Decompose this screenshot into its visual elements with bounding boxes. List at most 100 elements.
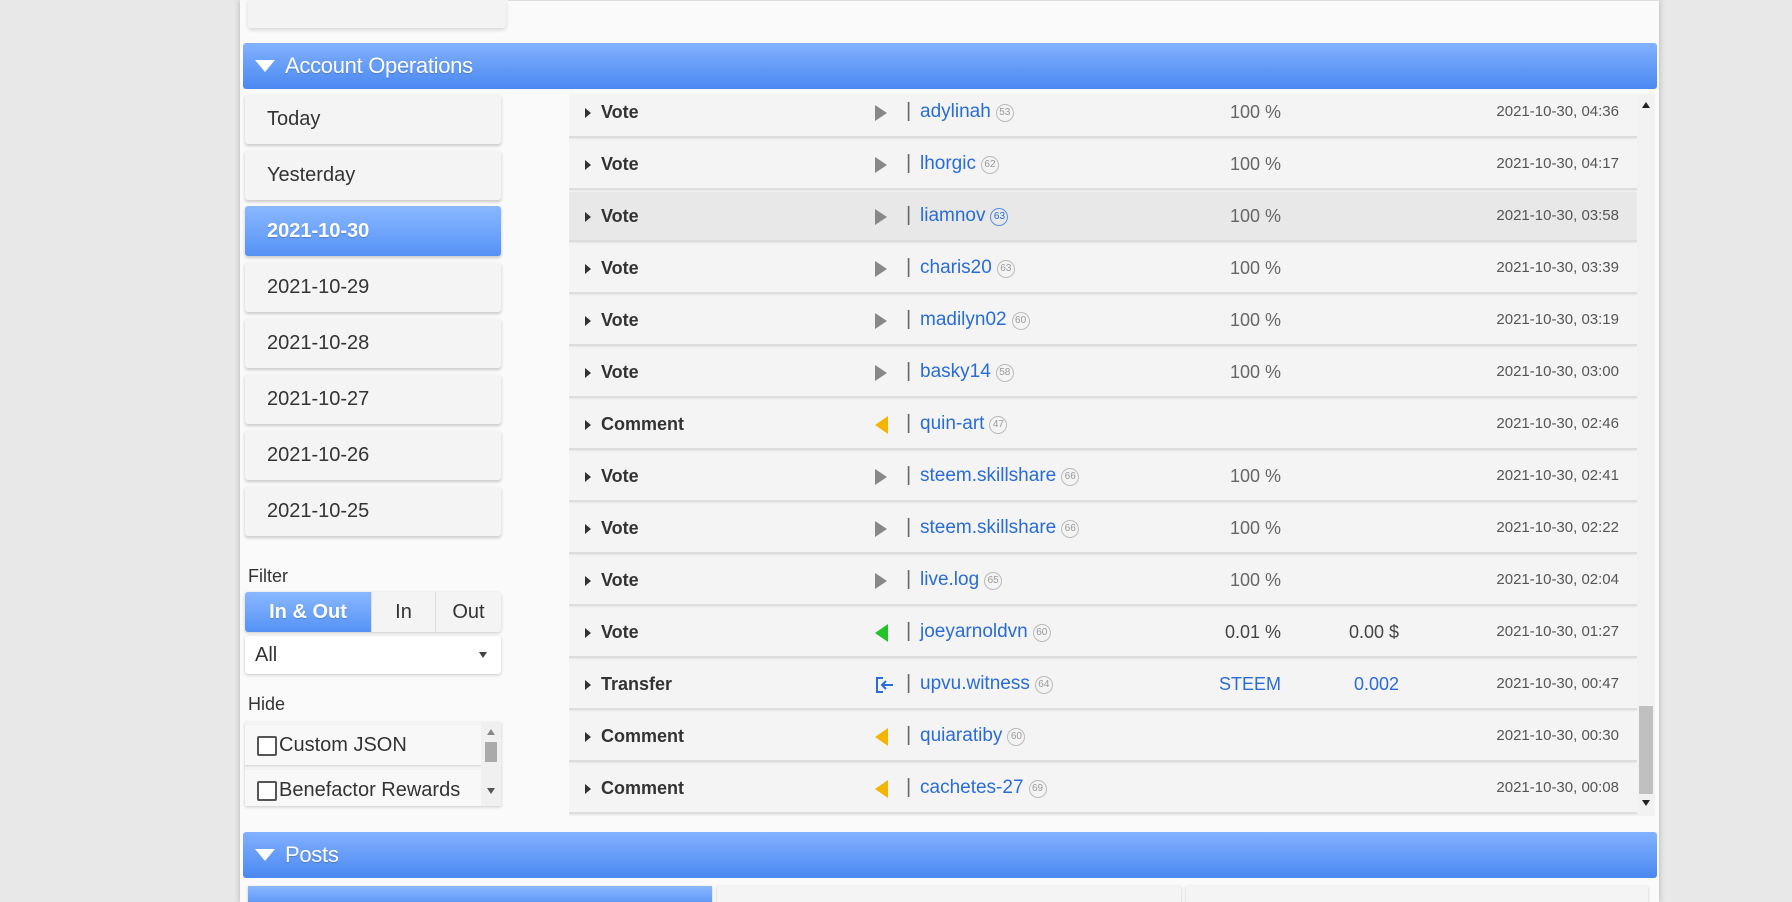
day-button[interactable]: 2021-10-25	[245, 486, 501, 536]
account-name[interactable]: lhorgic	[920, 153, 976, 174]
account-link[interactable]: cachetes-27 69	[920, 777, 1047, 799]
previous-panel-stub	[248, 0, 506, 28]
vote-percent: 100 %	[1229, 154, 1281, 174]
operation-row[interactable]: Vote | steem.skillshare 66 100 % 2021-10-30, …	[569, 504, 1637, 554]
scroll-up-icon[interactable]	[1642, 102, 1650, 108]
account-link[interactable]: charis20 63	[920, 257, 1015, 279]
expand-arrow-icon[interactable]	[585, 368, 591, 378]
operation-row[interactable]: Vote | lhorgic 62 100 % 2021-10-30, 04:17	[569, 140, 1637, 190]
timestamp: 2021-10-30, 03:00	[1496, 363, 1619, 380]
account-link[interactable]: liamnov 63	[920, 205, 1009, 227]
operation-row[interactable]: Vote | steem.skillshare 66 100 % 2021-10-30, …	[569, 452, 1637, 502]
filter-in-button[interactable]: In	[372, 592, 436, 632]
filter-out-button[interactable]: Out	[436, 592, 501, 632]
transfer-amount[interactable]: 0.002	[1354, 674, 1399, 695]
day-button[interactable]: Yesterday	[245, 150, 501, 200]
expand-arrow-icon[interactable]	[585, 576, 591, 586]
operation-row[interactable]: Comment | quiaratiby 60 2021-10-30, 00:30	[569, 712, 1637, 762]
expand-arrow-icon[interactable]	[585, 264, 591, 274]
account-name[interactable]: live.log	[920, 569, 979, 590]
hide-list-scrollbar[interactable]	[481, 722, 501, 806]
expand-arrow-icon[interactable]	[585, 680, 591, 690]
account-name[interactable]: joeyarnoldvn	[920, 621, 1028, 642]
vote-percent: 100 %	[1229, 518, 1281, 538]
operation-row[interactable]: Vote | joeyarnoldvn 60 0.01 % 0.00 $ 2021-10-3…	[569, 608, 1637, 658]
account-name[interactable]: steem.skillshare	[920, 517, 1056, 538]
account-name[interactable]: basky14	[920, 361, 991, 382]
expand-arrow-icon[interactable]	[585, 524, 591, 534]
posts-tab[interactable]	[717, 886, 1181, 902]
account-link[interactable]: adylinah 53	[920, 101, 1014, 123]
scroll-down-icon[interactable]	[487, 788, 495, 794]
account-link[interactable]: quiaratiby 60	[920, 725, 1026, 747]
operation-row[interactable]: Vote | adylinah 53 100 % 2021-10-30, 04:36	[569, 94, 1637, 138]
operation-type-select[interactable]: All	[245, 636, 501, 674]
account-name[interactable]: upvu.witness	[920, 673, 1030, 694]
account-name[interactable]: quiaratiby	[920, 725, 1002, 746]
scroll-thumb[interactable]	[485, 742, 497, 762]
hide-item-benefactor-rewards[interactable]: Benefactor Rewards	[245, 770, 481, 806]
account-link[interactable]: upvu.witness 64	[920, 673, 1053, 695]
operation-row[interactable]: Vote | madilyn02 60 100 % 2021-10-30, 03:19	[569, 296, 1637, 346]
account-link[interactable]: steem.skillshare 66	[920, 465, 1080, 487]
account-name[interactable]: charis20	[920, 257, 992, 278]
day-button[interactable]: Today	[245, 94, 501, 144]
operation-row[interactable]: Vote | liamnov 63 100 % 2021-10-30, 03:58	[569, 192, 1637, 242]
operation-row[interactable]: Transfer | upvu.witness 64 STEEM 0.002 2021-10…	[569, 660, 1637, 710]
account-link[interactable]: steem.skillshare 66	[920, 517, 1080, 539]
day-button[interactable]: 2021-10-29	[245, 262, 501, 312]
filter-in-out-button[interactable]: In & Out	[245, 592, 372, 632]
hide-item-custom-json[interactable]: Custom JSON	[245, 725, 481, 765]
expand-arrow-icon[interactable]	[585, 212, 591, 222]
posts-tab[interactable]	[248, 886, 712, 902]
account-name[interactable]: cachetes-27	[920, 777, 1024, 798]
expand-arrow-icon[interactable]	[585, 784, 591, 794]
posts-tab[interactable]	[1186, 886, 1648, 902]
expand-arrow-icon[interactable]	[585, 472, 591, 482]
account-link[interactable]: quin-art 47	[920, 413, 1008, 435]
hide-label: Hide	[248, 694, 286, 714]
operation-row[interactable]: Vote | basky14 58 100 % 2021-10-30, 03:00	[569, 348, 1637, 398]
scroll-up-icon[interactable]	[487, 729, 495, 735]
expand-arrow-icon[interactable]	[585, 628, 591, 638]
timestamp: 2021-10-30, 00:47	[1496, 675, 1619, 692]
posts-header[interactable]: Posts	[243, 832, 1657, 878]
operation-row[interactable]: Vote | live.log 65 100 % 2021-10-30, 02:04	[569, 556, 1637, 606]
account-name[interactable]: adylinah	[920, 101, 991, 122]
separator: |	[906, 308, 912, 330]
separator: |	[906, 568, 912, 590]
account-name[interactable]: liamnov	[920, 205, 985, 226]
comment-arrow-icon	[875, 780, 888, 798]
expand-arrow-icon[interactable]	[585, 420, 591, 430]
day-button[interactable]: 2021-10-27	[245, 374, 501, 424]
operation-row[interactable]: Comment | cachetes-27 69 2021-10-30, 00:08	[569, 764, 1637, 814]
scroll-down-icon[interactable]	[1642, 800, 1650, 806]
account-operations-header[interactable]: Account Operations	[243, 43, 1657, 89]
checkbox[interactable]	[257, 736, 277, 756]
vote-out-arrow-icon	[875, 573, 887, 589]
timestamp: 2021-10-30, 02:41	[1496, 467, 1619, 484]
operation-type: Comment	[601, 726, 685, 746]
asset-symbol[interactable]: STEEM	[1219, 674, 1281, 695]
scroll-thumb[interactable]	[1639, 706, 1653, 794]
account-name[interactable]: steem.skillshare	[920, 465, 1056, 486]
account-name[interactable]: quin-art	[920, 413, 984, 434]
account-link[interactable]: joeyarnoldvn 60	[920, 621, 1051, 643]
day-button[interactable]: 2021-10-26	[245, 430, 501, 480]
account-link[interactable]: basky14 58	[920, 361, 1014, 383]
expand-arrow-icon[interactable]	[585, 316, 591, 326]
checkbox[interactable]	[257, 781, 277, 801]
select-value: All	[255, 643, 278, 666]
expand-arrow-icon[interactable]	[585, 732, 591, 742]
account-name[interactable]: madilyn02	[920, 309, 1007, 330]
account-link[interactable]: lhorgic 62	[920, 153, 999, 175]
account-link[interactable]: madilyn02 60	[920, 309, 1030, 331]
expand-arrow-icon[interactable]	[585, 108, 591, 118]
day-button[interactable]: 2021-10-28	[245, 318, 501, 368]
expand-arrow-icon[interactable]	[585, 160, 591, 170]
operations-scrollbar[interactable]	[1637, 94, 1655, 816]
day-button[interactable]: 2021-10-30	[245, 206, 501, 256]
operation-row[interactable]: Comment | quin-art 47 2021-10-30, 02:46	[569, 400, 1637, 450]
operation-row[interactable]: Vote | charis20 63 100 % 2021-10-30, 03:39	[569, 244, 1637, 294]
account-link[interactable]: live.log 65	[920, 569, 1003, 591]
